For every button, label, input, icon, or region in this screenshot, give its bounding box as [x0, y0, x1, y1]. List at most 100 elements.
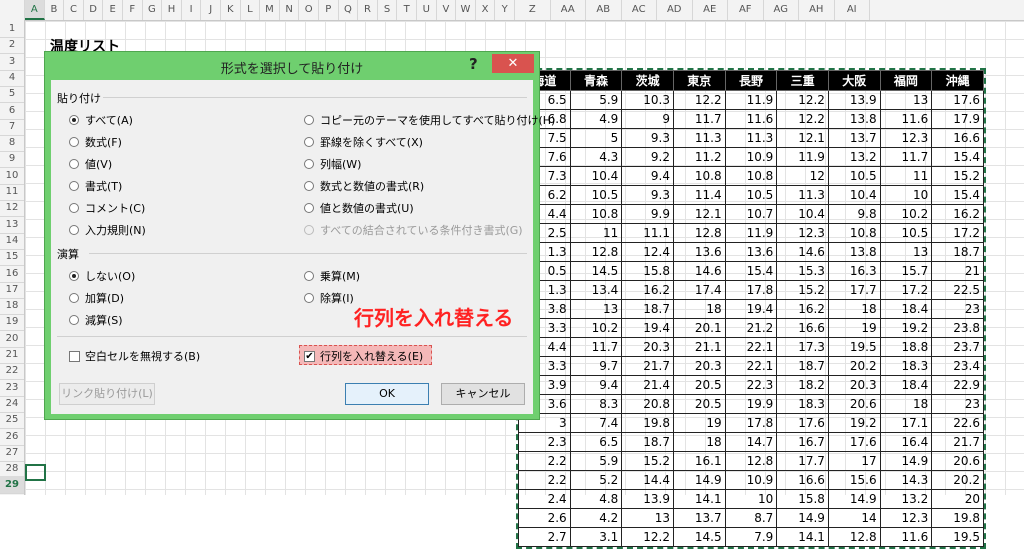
table-cell[interactable]: 14.1 [776, 527, 829, 547]
table-cell[interactable]: 22.1 [724, 356, 778, 376]
row-header[interactable]: 29 [0, 476, 24, 495]
table-header-cell[interactable]: 長野 [724, 70, 778, 91]
table-cell[interactable]: 17.9 [931, 109, 984, 129]
table-cell[interactable]: 14.9 [672, 470, 726, 490]
row-header[interactable]: 2 [0, 36, 24, 55]
table-cell[interactable]: 10.5 [827, 166, 881, 186]
table-cell[interactable]: 13.7 [827, 128, 881, 148]
table-cell[interactable]: 22.1 [724, 337, 778, 357]
column-header[interactable]: G [143, 0, 163, 20]
table-cell[interactable]: 17.6 [931, 90, 984, 110]
column-header[interactable]: B [45, 0, 65, 20]
transpose-checkbox[interactable]: ✔ 行列を入れ替える(E) [304, 348, 423, 364]
table-cell[interactable]: 14.6 [776, 242, 829, 262]
column-header[interactable]: F [123, 0, 143, 20]
table-cell[interactable]: 13 [879, 90, 933, 110]
table-cell[interactable]: 18 [672, 432, 726, 452]
radio-option[interactable]: すべて(A) [69, 112, 133, 128]
column-header[interactable]: K [221, 0, 241, 20]
table-cell[interactable]: 21.7 [931, 432, 984, 452]
table-cell[interactable]: 5.9 [569, 451, 623, 471]
table-cell[interactable]: 18 [672, 299, 726, 319]
column-header[interactable]: V [437, 0, 457, 20]
table-cell[interactable]: 8.3 [569, 394, 623, 414]
table-cell[interactable]: 15.2 [931, 166, 984, 186]
column-header[interactable]: O [299, 0, 319, 20]
column-header[interactable]: T [397, 0, 417, 20]
ok-button[interactable]: OK [345, 383, 429, 405]
table-cell[interactable]: 10.2 [569, 318, 623, 338]
column-header[interactable]: A [25, 0, 45, 20]
table-cell[interactable]: 2.2 [518, 451, 571, 471]
skip-blanks-checkbox[interactable]: 空白セルを無視する(B) [69, 348, 200, 364]
table-cell[interactable]: 4.3 [569, 147, 623, 167]
table-cell[interactable]: 14.1 [672, 489, 726, 509]
table-cell[interactable]: 10.8 [672, 166, 726, 186]
table-cell[interactable]: 16.2 [621, 280, 674, 300]
table-cell[interactable]: 12.1 [672, 204, 726, 224]
table-cell[interactable]: 20.5 [672, 394, 726, 414]
table-cell[interactable]: 17.6 [776, 413, 829, 433]
table-cell[interactable]: 14.3 [879, 470, 933, 490]
table-cell[interactable]: 12.3 [879, 508, 933, 528]
table-cell[interactable]: 16.7 [776, 432, 829, 452]
table-cell[interactable]: 13.8 [827, 242, 881, 262]
table-cell[interactable]: 10.2 [879, 204, 933, 224]
column-header[interactable]: L [241, 0, 261, 20]
table-cell[interactable]: 10.4 [776, 204, 829, 224]
row-header[interactable]: 13 [0, 216, 24, 234]
table-cell[interactable]: 10.9 [724, 147, 778, 167]
table-cell[interactable]: 4.9 [569, 109, 623, 129]
table-cell[interactable]: 12.8 [827, 527, 881, 547]
table-cell[interactable]: 19.9 [724, 394, 778, 414]
table-cell[interactable]: 11.7 [569, 337, 623, 357]
table-cell[interactable]: 7.9 [724, 527, 778, 547]
table-cell[interactable]: 17.2 [879, 280, 933, 300]
table-cell[interactable]: 10.3 [621, 90, 674, 110]
column-header[interactable]: R [358, 0, 378, 20]
table-cell[interactable]: 20.2 [931, 470, 984, 490]
table-cell[interactable]: 2.6 [518, 508, 571, 528]
table-cell[interactable]: 18.7 [621, 432, 674, 452]
table-cell[interactable]: 10.4 [827, 185, 881, 205]
column-header[interactable]: U [417, 0, 437, 20]
row-header[interactable]: 1 [0, 20, 24, 38]
table-cell[interactable]: 18.4 [879, 375, 933, 395]
table-cell[interactable]: 3.1 [569, 527, 623, 547]
column-header[interactable]: H [162, 0, 182, 20]
table-cell[interactable]: 6.5 [569, 432, 623, 452]
table-cell[interactable]: 12.2 [776, 109, 829, 129]
table-cell[interactable]: 23 [931, 394, 984, 414]
table-cell[interactable]: 11 [879, 166, 933, 186]
close-button[interactable]: ✕ [492, 54, 534, 73]
table-cell[interactable]: 19.8 [931, 508, 984, 528]
table-cell[interactable]: 20.3 [827, 375, 881, 395]
table-cell[interactable]: 21.4 [621, 375, 674, 395]
table-cell[interactable]: 19.2 [879, 318, 933, 338]
table-cell[interactable]: 10.8 [569, 204, 623, 224]
table-cell[interactable]: 2.4 [518, 489, 571, 509]
row-header[interactable]: 21 [0, 346, 24, 364]
table-cell[interactable]: 13 [569, 299, 623, 319]
table-cell[interactable]: 15.4 [931, 147, 984, 167]
column-header[interactable]: AG [764, 0, 799, 20]
table-cell[interactable]: 11.9 [724, 223, 778, 243]
table-cell[interactable]: 16.2 [931, 204, 984, 224]
table-cell[interactable]: 13.9 [621, 489, 674, 509]
table-cell[interactable]: 2.2 [518, 470, 571, 490]
table-cell[interactable]: 12.2 [776, 90, 829, 110]
column-header[interactable]: N [280, 0, 300, 20]
table-cell[interactable]: 10.7 [724, 204, 778, 224]
row-header[interactable]: 19 [0, 313, 24, 332]
table-cell[interactable]: 14.5 [672, 527, 726, 547]
table-cell[interactable]: 20.3 [621, 337, 674, 357]
row-header[interactable]: 7 [0, 118, 24, 136]
row-header[interactable]: 10 [0, 167, 24, 185]
cancel-button[interactable]: キャンセル [441, 383, 525, 405]
table-cell[interactable]: 17.1 [879, 413, 933, 433]
table-cell[interactable]: 14.9 [879, 451, 933, 471]
table-cell[interactable]: 11.9 [776, 147, 829, 167]
table-cell[interactable]: 4.8 [569, 489, 623, 509]
table-cell[interactable]: 10.9 [724, 470, 778, 490]
table-cell[interactable]: 8.7 [724, 508, 778, 528]
